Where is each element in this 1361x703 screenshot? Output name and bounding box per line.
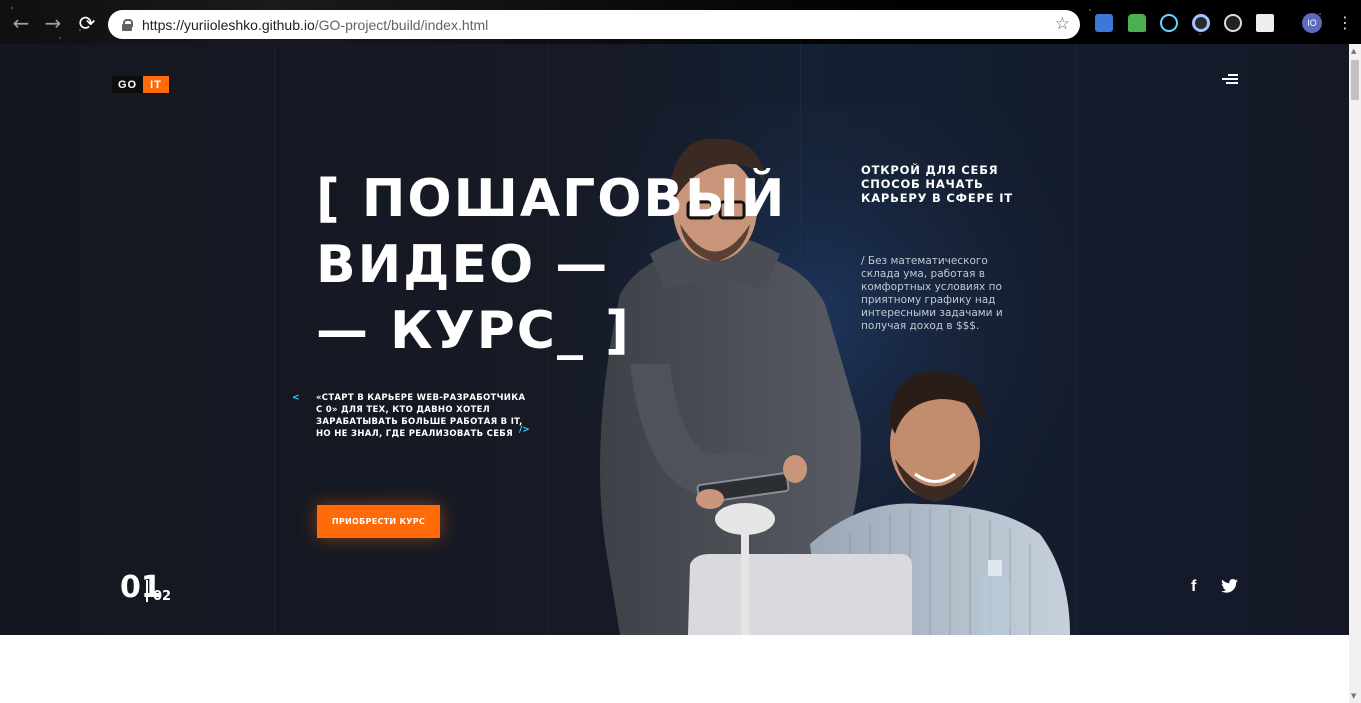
- headline-line-2: ВИДЕО —: [316, 235, 610, 295]
- forward-icon[interactable]: →: [42, 12, 64, 34]
- url-path: /GO-project/build/index.html: [314, 16, 489, 33]
- extension-page-icon[interactable]: [1256, 14, 1274, 32]
- url-text[interactable]: https://yuriioleshko.github.io/GO-projec…: [142, 17, 488, 33]
- hero-headline: [ ПОШАГОВЫЙ ВИДЕО — — КУРС_ ]: [316, 166, 786, 364]
- url-host: https://yuriioleshko.github.io: [142, 16, 315, 33]
- profile-avatar[interactable]: IO: [1302, 13, 1322, 33]
- pager-divider: [146, 580, 148, 602]
- extension-circle-icon[interactable]: [1192, 14, 1210, 32]
- hero-description: / Без математического склада ума, работа…: [861, 255, 1003, 332]
- quote-open-bracket: <: [292, 393, 300, 403]
- twitter-icon[interactable]: [1221, 579, 1238, 593]
- hero-quote: «СТАРТ В КАРЬЕРЕ WEB-РАЗРАБОТЧИКА С 0» Д…: [316, 393, 526, 439]
- back-icon[interactable]: ←: [10, 12, 32, 34]
- lock-icon: [122, 18, 133, 31]
- hero-section: GO IT [ПОШАГОВЫЙ ВИДЕО — — КУРС_] < «С…: [0, 44, 1349, 635]
- scrollbar-thumb[interactable]: [1351, 60, 1359, 100]
- buy-course-button[interactable]: ПРИОБРЕСТИ КУРС: [317, 505, 440, 538]
- logo-go: GO: [112, 76, 144, 93]
- more-menu-icon[interactable]: ⋮: [1334, 12, 1356, 34]
- headline-line-1: [ ПОШАГОВЫЙ: [316, 169, 787, 229]
- logo-it: IT: [143, 76, 169, 93]
- next-section: [0, 635, 1349, 703]
- hero-subtitle: ОТКРОЙ ДЛЯ СЕБЯ СПОСОБ НАЧАТЬ КАРЬЕРУ В …: [861, 163, 1013, 205]
- address-bar[interactable]: https://yuriioleshko.github.io/GO-projec…: [108, 10, 1080, 39]
- scroll-down-icon[interactable]: ▼: [1351, 692, 1359, 700]
- bookmark-star-icon[interactable]: ☆: [1055, 14, 1070, 34]
- quote-close-bracket: />: [519, 425, 530, 435]
- facebook-icon[interactable]: f: [1191, 578, 1196, 596]
- browser-toolbar: ← → ⟳ https://yuriioleshko.github.io/GO-…: [0, 0, 1361, 44]
- scroll-up-icon[interactable]: ▲: [1351, 47, 1359, 55]
- translate-extension-icon[interactable]: [1095, 14, 1113, 32]
- tree-extension-icon[interactable]: [1128, 14, 1146, 32]
- pager-total: 02: [153, 589, 172, 604]
- page-scrollbar[interactable]: ▲ ▼: [1349, 44, 1361, 703]
- grid-line: [274, 44, 275, 635]
- headline-line-3: — КУРС_ ]: [316, 301, 631, 361]
- goit-logo[interactable]: GO IT: [112, 76, 169, 93]
- target-extension-icon[interactable]: [1224, 14, 1242, 32]
- hamburger-menu-icon[interactable]: [1222, 74, 1238, 86]
- reload-icon[interactable]: ⟳: [76, 12, 98, 34]
- react-devtools-icon[interactable]: [1160, 14, 1178, 32]
